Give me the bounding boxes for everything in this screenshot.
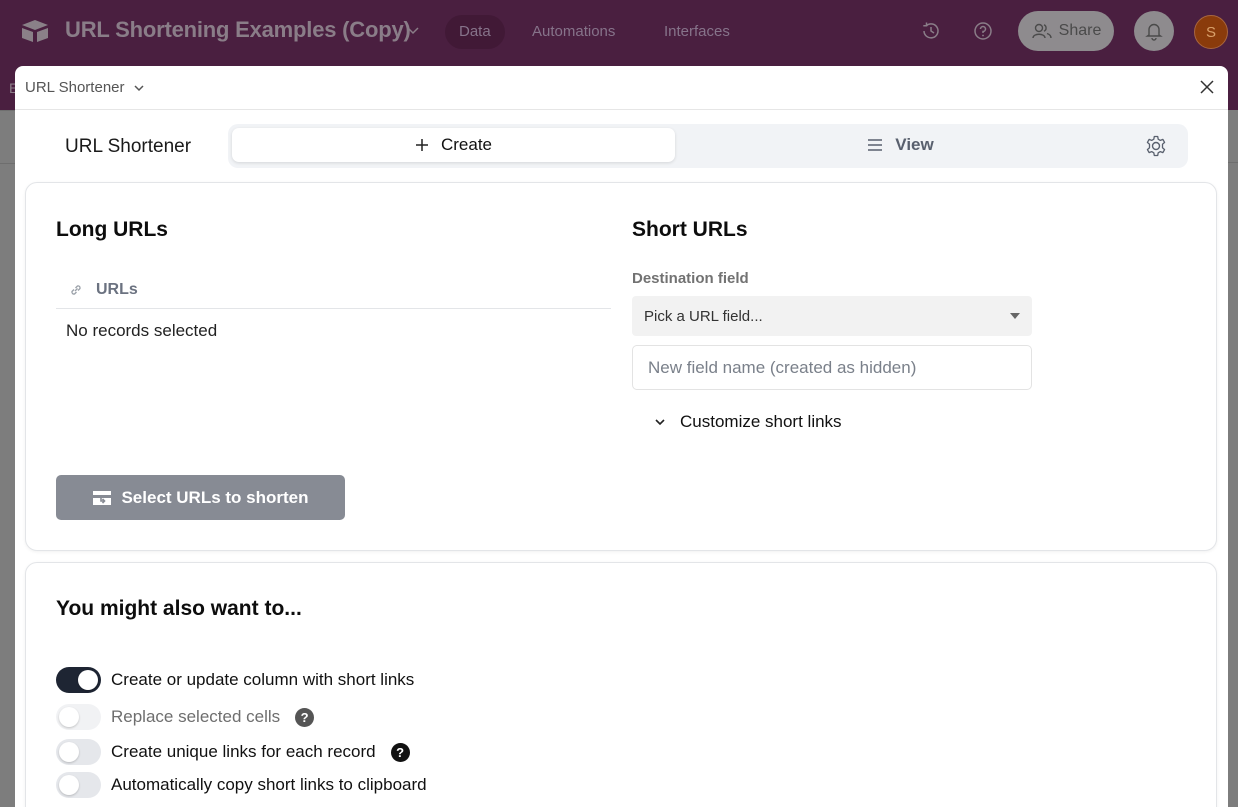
user-avatar[interactable]: S xyxy=(1194,15,1228,49)
gear-icon[interactable] xyxy=(1144,134,1168,158)
toggle-switch[interactable] xyxy=(56,772,101,798)
extension-name-dropdown[interactable]: URL Shortener xyxy=(25,79,145,96)
link-icon xyxy=(68,282,84,298)
app-top-bar: URL Shortening Examples (Copy) Data Auto… xyxy=(0,0,1238,66)
extension-name: URL Shortener xyxy=(25,79,125,96)
chevron-down-icon xyxy=(133,82,145,94)
nav-tab-data[interactable]: Data xyxy=(445,15,505,49)
customize-short-links-label: Customize short links xyxy=(680,412,842,432)
notifications-button[interactable] xyxy=(1134,11,1174,51)
option-label: Create unique links for each record xyxy=(111,742,376,762)
customize-short-links-toggle[interactable]: Customize short links xyxy=(654,412,842,432)
option-copy-to-clipboard[interactable]: Automatically copy short links to clipbo… xyxy=(56,772,427,798)
toggle-switch[interactable] xyxy=(56,667,101,693)
nav-tab-automations[interactable]: Automations xyxy=(518,15,629,49)
nav-tab-interfaces[interactable]: Interfaces xyxy=(650,15,744,49)
option-label: Create or update column with short links xyxy=(111,670,414,690)
modal-header: URL Shortener xyxy=(15,66,1228,110)
toggle-switch[interactable] xyxy=(56,704,101,730)
dimmed-backdrop-left xyxy=(0,110,15,807)
short-urls-heading: Short URLs xyxy=(632,218,748,242)
help-question-icon[interactable]: ? xyxy=(295,708,314,727)
option-replace-selected-cells[interactable]: Replace selected cells ? xyxy=(56,704,314,730)
option-create-update-column[interactable]: Create or update column with short links xyxy=(56,667,414,693)
suggestions-heading: You might also want to... xyxy=(56,597,302,621)
destination-field-value: Pick a URL field... xyxy=(644,308,763,325)
chevron-down-icon xyxy=(654,417,666,427)
option-label: Replace selected cells xyxy=(111,707,280,727)
dimmed-backdrop-right xyxy=(1228,110,1238,807)
caret-down-icon xyxy=(1010,313,1020,319)
extension-modal: URL Shortener URL Shortener Create View … xyxy=(15,66,1228,807)
mode-segmented-control: Create View xyxy=(228,124,1188,168)
list-icon xyxy=(867,138,883,152)
tab-view-label: View xyxy=(895,135,933,155)
urls-column-header: URLs xyxy=(56,271,611,309)
bell-icon xyxy=(1144,21,1164,41)
plus-icon xyxy=(415,138,429,152)
option-unique-links[interactable]: Create unique links for each record ? xyxy=(56,739,410,765)
chevron-down-icon[interactable] xyxy=(405,22,421,38)
destination-field-label: Destination field xyxy=(632,270,749,287)
new-field-name-input[interactable] xyxy=(632,345,1032,390)
tab-view[interactable]: View xyxy=(679,128,1122,162)
airtable-logo-icon[interactable] xyxy=(20,18,50,44)
empty-state-text: No records selected xyxy=(66,321,217,341)
help-icon[interactable] xyxy=(972,20,994,42)
long-urls-heading: Long URLs xyxy=(56,218,168,242)
urls-column-label: URLs xyxy=(96,281,138,299)
select-urls-label: Select URLs to shorten xyxy=(121,488,308,508)
close-icon[interactable] xyxy=(1198,78,1216,96)
toggle-switch[interactable] xyxy=(56,739,101,765)
help-question-icon[interactable]: ? xyxy=(391,743,410,762)
select-urls-button[interactable]: Select URLs to shorten xyxy=(56,475,345,520)
share-button[interactable]: Share xyxy=(1018,11,1114,51)
extension-title: URL Shortener xyxy=(65,136,191,158)
base-title[interactable]: URL Shortening Examples (Copy) xyxy=(65,17,411,43)
select-records-icon xyxy=(92,490,112,506)
tab-create[interactable]: Create xyxy=(232,128,675,162)
suggestions-card: You might also want to... Create or upda… xyxy=(25,562,1217,807)
share-label: Share xyxy=(1059,22,1102,40)
tab-create-label: Create xyxy=(441,135,492,155)
users-icon xyxy=(1031,22,1053,40)
option-label: Automatically copy short links to clipbo… xyxy=(111,775,427,795)
destination-field-select[interactable]: Pick a URL field... xyxy=(632,296,1032,336)
history-icon[interactable] xyxy=(920,20,942,42)
shortener-card: Long URLs URLs No records selected Selec… xyxy=(25,182,1217,551)
